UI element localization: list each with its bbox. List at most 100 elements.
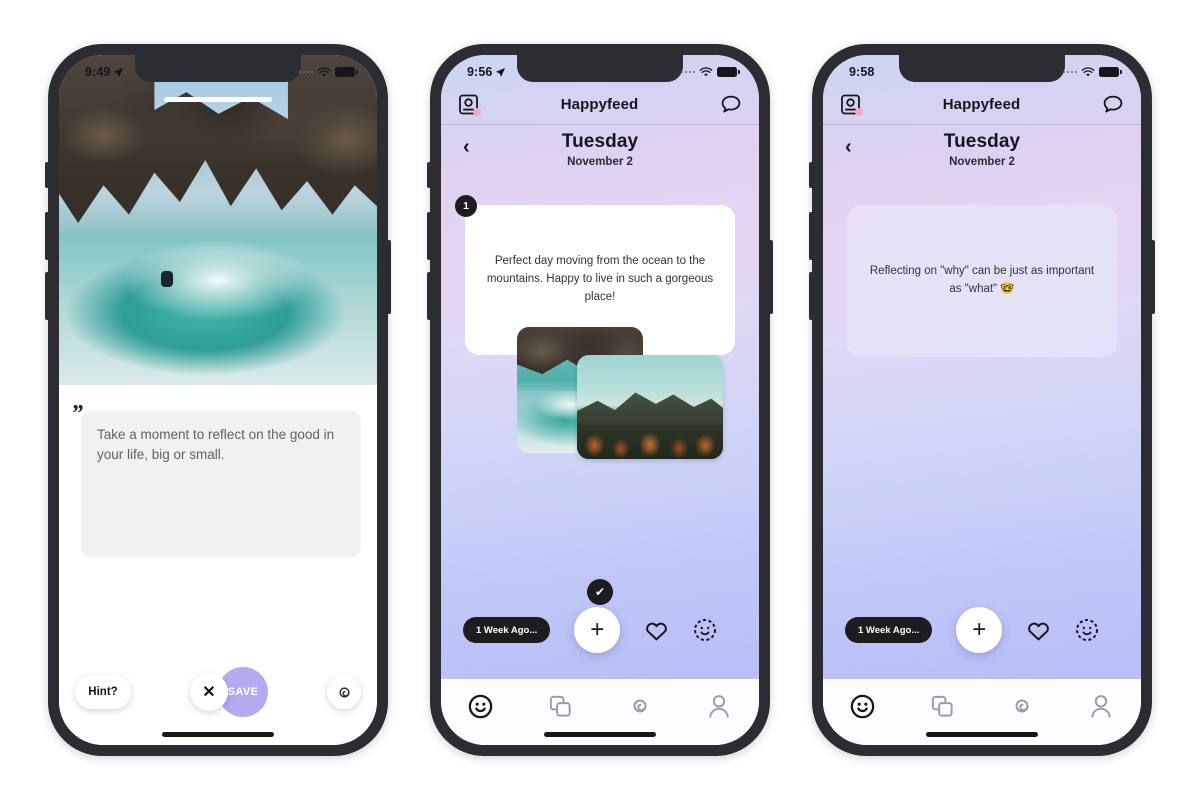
status-left: 9:49 bbox=[85, 65, 124, 79]
autumn-trees-shape bbox=[577, 425, 723, 459]
compose-body: ” Take a moment to reflect on the good i… bbox=[59, 385, 377, 745]
chat-bubble-icon[interactable] bbox=[1103, 95, 1123, 114]
volume-up-button[interactable] bbox=[45, 212, 49, 260]
back-button[interactable]: ‹ bbox=[845, 137, 852, 157]
location-arrow-icon bbox=[114, 67, 124, 77]
entry-complete-check[interactable]: ✔ bbox=[587, 579, 613, 605]
date-header: ‹ Tuesday November 2 bbox=[441, 131, 759, 168]
dashed-smiley-icon bbox=[1076, 619, 1099, 641]
status-left: 9:58 bbox=[849, 65, 874, 79]
date-header: ‹ Tuesday November 2 bbox=[823, 131, 1141, 168]
journal-input[interactable]: Take a moment to reflect on the good in … bbox=[81, 411, 361, 557]
signal-dots-icon bbox=[298, 70, 313, 74]
volume-up-button[interactable] bbox=[427, 212, 431, 260]
heart-icon bbox=[1028, 622, 1050, 640]
tab-cards[interactable] bbox=[543, 691, 577, 721]
camera-badge-icon[interactable] bbox=[841, 94, 863, 116]
compose-photo[interactable] bbox=[59, 55, 377, 385]
wave-shape bbox=[59, 235, 377, 385]
notification-dot bbox=[855, 108, 863, 116]
back-button[interactable]: ‹ bbox=[463, 137, 470, 157]
home-indicator[interactable] bbox=[926, 732, 1038, 737]
add-entry-button[interactable]: + bbox=[574, 607, 621, 653]
entry-badge: 1 bbox=[455, 195, 477, 217]
date-label: November 2 bbox=[949, 156, 1015, 168]
battery-icon bbox=[717, 67, 740, 77]
hint-button[interactable]: Hint? bbox=[75, 675, 131, 709]
photo-drag-handle[interactable] bbox=[164, 97, 272, 102]
tab-spiral[interactable] bbox=[623, 691, 657, 721]
status-right bbox=[298, 66, 358, 78]
favorite-button[interactable] bbox=[644, 619, 669, 642]
silent-switch[interactable] bbox=[809, 162, 813, 188]
silent-switch[interactable] bbox=[45, 162, 49, 188]
mountain-autumn-photo[interactable] bbox=[577, 355, 723, 459]
wifi-icon bbox=[1081, 66, 1095, 76]
app-bar: Happyfeed bbox=[441, 85, 759, 125]
mood-button[interactable] bbox=[1075, 618, 1099, 642]
battery-icon bbox=[335, 67, 358, 77]
feed-action-bar: 1 Week Ago... + bbox=[441, 607, 759, 653]
tab-profile[interactable] bbox=[702, 691, 736, 721]
spiral-button[interactable] bbox=[327, 675, 361, 709]
volume-down-button[interactable] bbox=[427, 272, 431, 320]
notification-dot bbox=[473, 108, 481, 116]
status-time: 9:56 bbox=[467, 65, 493, 79]
status-bar-feed: 9:56 bbox=[441, 55, 759, 85]
spiral-icon bbox=[1015, 699, 1029, 713]
volume-down-button[interactable] bbox=[45, 272, 49, 320]
person-icon bbox=[709, 694, 729, 718]
chat-bubble-icon[interactable] bbox=[721, 95, 741, 114]
app-title: Happyfeed bbox=[560, 96, 639, 113]
week-ago-pill[interactable]: 1 Week Ago... bbox=[463, 617, 551, 643]
reflection-card[interactable]: Reflecting on "why" can be just as impor… bbox=[847, 205, 1117, 357]
power-button[interactable] bbox=[387, 240, 391, 314]
volume-down-button[interactable] bbox=[809, 272, 813, 320]
tab-cards[interactable] bbox=[925, 691, 959, 721]
phone-compose: 9:49 ” Take a moment to reflect on the g… bbox=[45, 44, 391, 756]
smiley-icon bbox=[468, 694, 493, 718]
compose-action-bar: Hint? ✕ SAVE bbox=[59, 667, 377, 717]
stacked-cards-icon bbox=[549, 695, 571, 717]
power-button[interactable] bbox=[769, 240, 773, 314]
day-label: Tuesday bbox=[561, 131, 639, 152]
signal-dots-icon bbox=[680, 70, 695, 74]
power-button[interactable] bbox=[1151, 240, 1155, 314]
home-indicator[interactable] bbox=[162, 732, 274, 737]
tab-profile[interactable] bbox=[1084, 691, 1118, 721]
week-ago-pill[interactable]: 1 Week Ago... bbox=[845, 617, 933, 643]
close-button[interactable]: ✕ bbox=[190, 673, 228, 711]
silent-switch[interactable] bbox=[427, 162, 431, 188]
camera-badge-icon[interactable] bbox=[459, 94, 481, 116]
heart-icon bbox=[646, 622, 668, 640]
status-right bbox=[1062, 66, 1122, 78]
app-bar: Happyfeed bbox=[823, 85, 1141, 125]
day-label: Tuesday bbox=[943, 131, 1021, 152]
reflection-text: Reflecting on "why" can be just as impor… bbox=[869, 265, 1095, 295]
mood-button[interactable] bbox=[693, 618, 717, 642]
tab-smiley[interactable] bbox=[846, 691, 880, 721]
phone-feed-entry: 9:56 Happyfeed ‹ Tuesday November 2 1 Pe… bbox=[427, 44, 773, 756]
volume-up-button[interactable] bbox=[809, 212, 813, 260]
stacked-cards-icon bbox=[931, 695, 953, 717]
date-label: November 2 bbox=[567, 156, 633, 168]
tab-spiral[interactable] bbox=[1005, 691, 1039, 721]
spiral-icon bbox=[338, 686, 350, 698]
dashed-smiley-icon bbox=[694, 619, 717, 641]
app-title: Happyfeed bbox=[942, 96, 1021, 113]
person-icon bbox=[1091, 694, 1111, 718]
home-indicator[interactable] bbox=[544, 732, 656, 737]
status-left: 9:56 bbox=[467, 65, 506, 79]
feed-screen: 9:56 Happyfeed ‹ Tuesday November 2 1 Pe… bbox=[441, 55, 759, 745]
smiley-icon bbox=[850, 694, 875, 718]
screenshot-stage: 9:49 ” Take a moment to reflect on the g… bbox=[0, 0, 1200, 800]
entry-text: Perfect day moving from the ocean to the… bbox=[486, 255, 714, 303]
wifi-icon bbox=[317, 66, 331, 76]
add-entry-button[interactable]: + bbox=[956, 607, 1003, 653]
location-arrow-icon bbox=[496, 67, 506, 77]
signal-dots-icon bbox=[1062, 70, 1077, 74]
compose-screen: 9:49 ” Take a moment to reflect on the g… bbox=[59, 55, 377, 745]
status-time: 9:58 bbox=[849, 65, 875, 79]
favorite-button[interactable] bbox=[1026, 619, 1051, 642]
tab-smiley[interactable] bbox=[464, 691, 498, 721]
